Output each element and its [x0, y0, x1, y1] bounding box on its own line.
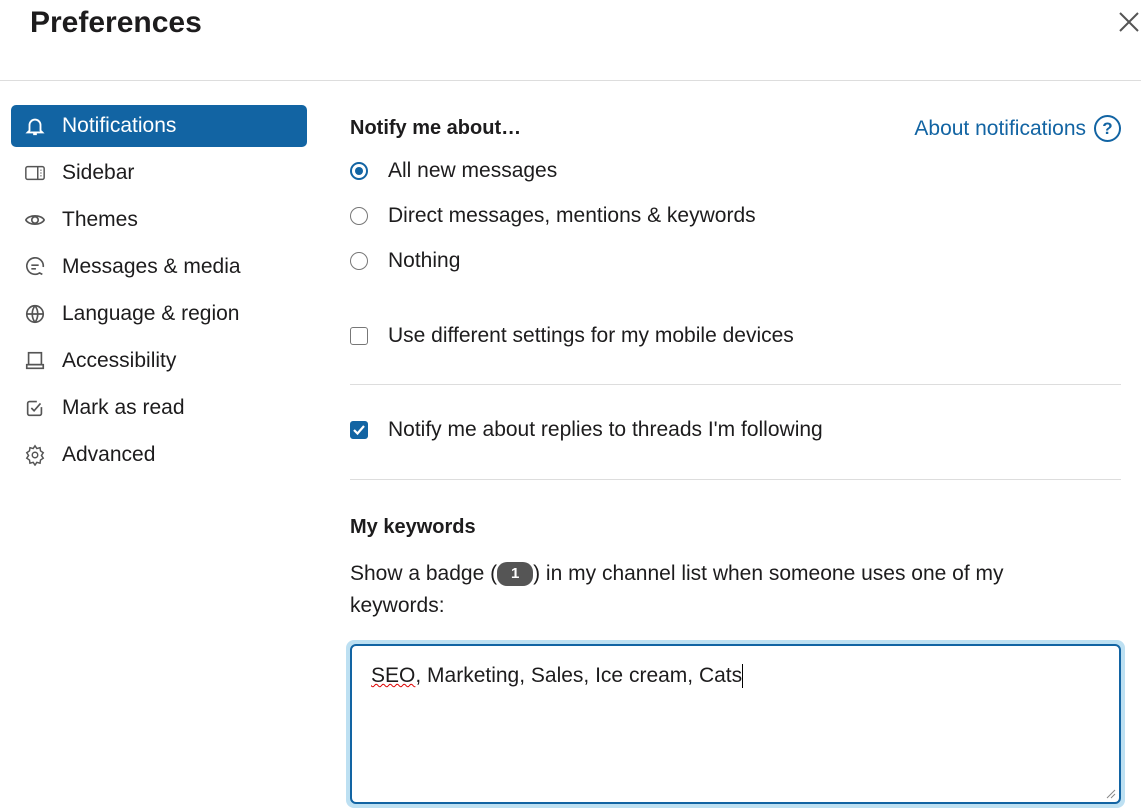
sidebar-item-label: Themes	[62, 208, 138, 231]
keywords-heading: My keywords	[350, 516, 476, 538]
sidebar-item-sidebar[interactable]: Sidebar	[11, 152, 307, 194]
sidebar-item-label: Accessibility	[62, 349, 177, 372]
sidebar-item-label: Messages & media	[62, 255, 241, 278]
sidebar-item-notifications[interactable]: Notifications	[11, 105, 307, 147]
page-title: Preferences	[30, 6, 202, 39]
radio-button[interactable]	[350, 252, 368, 270]
sidebar-item-label: Advanced	[62, 443, 156, 466]
sidebar-item-themes[interactable]: Themes	[11, 199, 307, 241]
checkmark-icon	[353, 425, 365, 436]
about-link-text[interactable]: About notifications	[914, 117, 1086, 141]
sidebar-item-label: Notifications	[62, 114, 177, 137]
laptop-icon	[25, 351, 45, 370]
radio-all-new-messages[interactable]: All new messages	[350, 159, 557, 183]
keywords-description: Show a badge (1) in my channel list when…	[350, 558, 1050, 622]
divider	[350, 479, 1121, 480]
sidebar-item-language-region[interactable]: Language & region	[11, 293, 307, 335]
sidebar-item-label: Sidebar	[62, 161, 135, 184]
text-cursor	[742, 664, 744, 689]
keywords-input[interactable]: SEO, Marketing, Sales, Ice cream, Cats	[350, 644, 1121, 804]
badge-example: 1	[497, 562, 534, 587]
mobile-settings-checkbox[interactable]: Use different settings for my mobile dev…	[350, 324, 794, 348]
close-icon[interactable]	[1117, 10, 1141, 34]
message-icon	[26, 256, 45, 276]
checkbox[interactable]	[350, 421, 368, 439]
header-divider	[0, 80, 1141, 81]
sidebar-item-mark-as-read[interactable]: Mark as read	[11, 387, 307, 429]
threads-checkbox[interactable]: Notify me about replies to threads I'm f…	[350, 418, 823, 442]
preferences-nav: Notifications Sidebar Themes Messages & …	[11, 105, 307, 481]
keywords-text: , Marketing, Sales, Ice cream, Cats	[415, 664, 743, 687]
sidebar-item-accessibility[interactable]: Accessibility	[11, 340, 307, 382]
resize-handle-icon[interactable]	[1104, 787, 1116, 799]
sidebar-item-label: Mark as read	[62, 396, 185, 419]
checkbox-label: Use different settings for my mobile dev…	[388, 324, 794, 347]
sidebar-icon	[25, 165, 45, 181]
about-notifications-link[interactable]: About notifications?	[914, 115, 1121, 142]
radio-direct-mentions-keywords[interactable]: Direct messages, mentions & keywords	[350, 204, 756, 228]
help-icon[interactable]: ?	[1094, 115, 1121, 142]
checkbox-label: Notify me about replies to threads I'm f…	[388, 418, 823, 441]
radio-button[interactable]	[350, 207, 368, 225]
checkbox[interactable]	[350, 327, 368, 345]
divider	[350, 384, 1121, 385]
bell-icon	[25, 118, 45, 136]
keywords-input-focus-ring: SEO, Marketing, Sales, Ice cream, Cats	[346, 640, 1125, 808]
sidebar-item-label: Language & region	[62, 302, 240, 325]
radio-label: Direct messages, mentions & keywords	[388, 204, 756, 227]
sidebar-item-messages-media[interactable]: Messages & media	[11, 246, 307, 288]
radio-label: All new messages	[388, 159, 558, 182]
globe-icon	[25, 304, 45, 324]
misspelled-word: SEO	[371, 664, 416, 687]
notify-heading: Notify me about…	[350, 117, 522, 139]
check-square-icon	[26, 400, 43, 417]
gear-icon	[25, 444, 45, 466]
radio-label: Nothing	[388, 249, 461, 272]
radio-button[interactable]	[350, 162, 368, 180]
eye-icon	[24, 215, 46, 225]
desc-text: Show a badge (	[350, 562, 498, 585]
radio-nothing[interactable]: Nothing	[350, 249, 460, 273]
sidebar-item-advanced[interactable]: Advanced	[11, 434, 307, 476]
